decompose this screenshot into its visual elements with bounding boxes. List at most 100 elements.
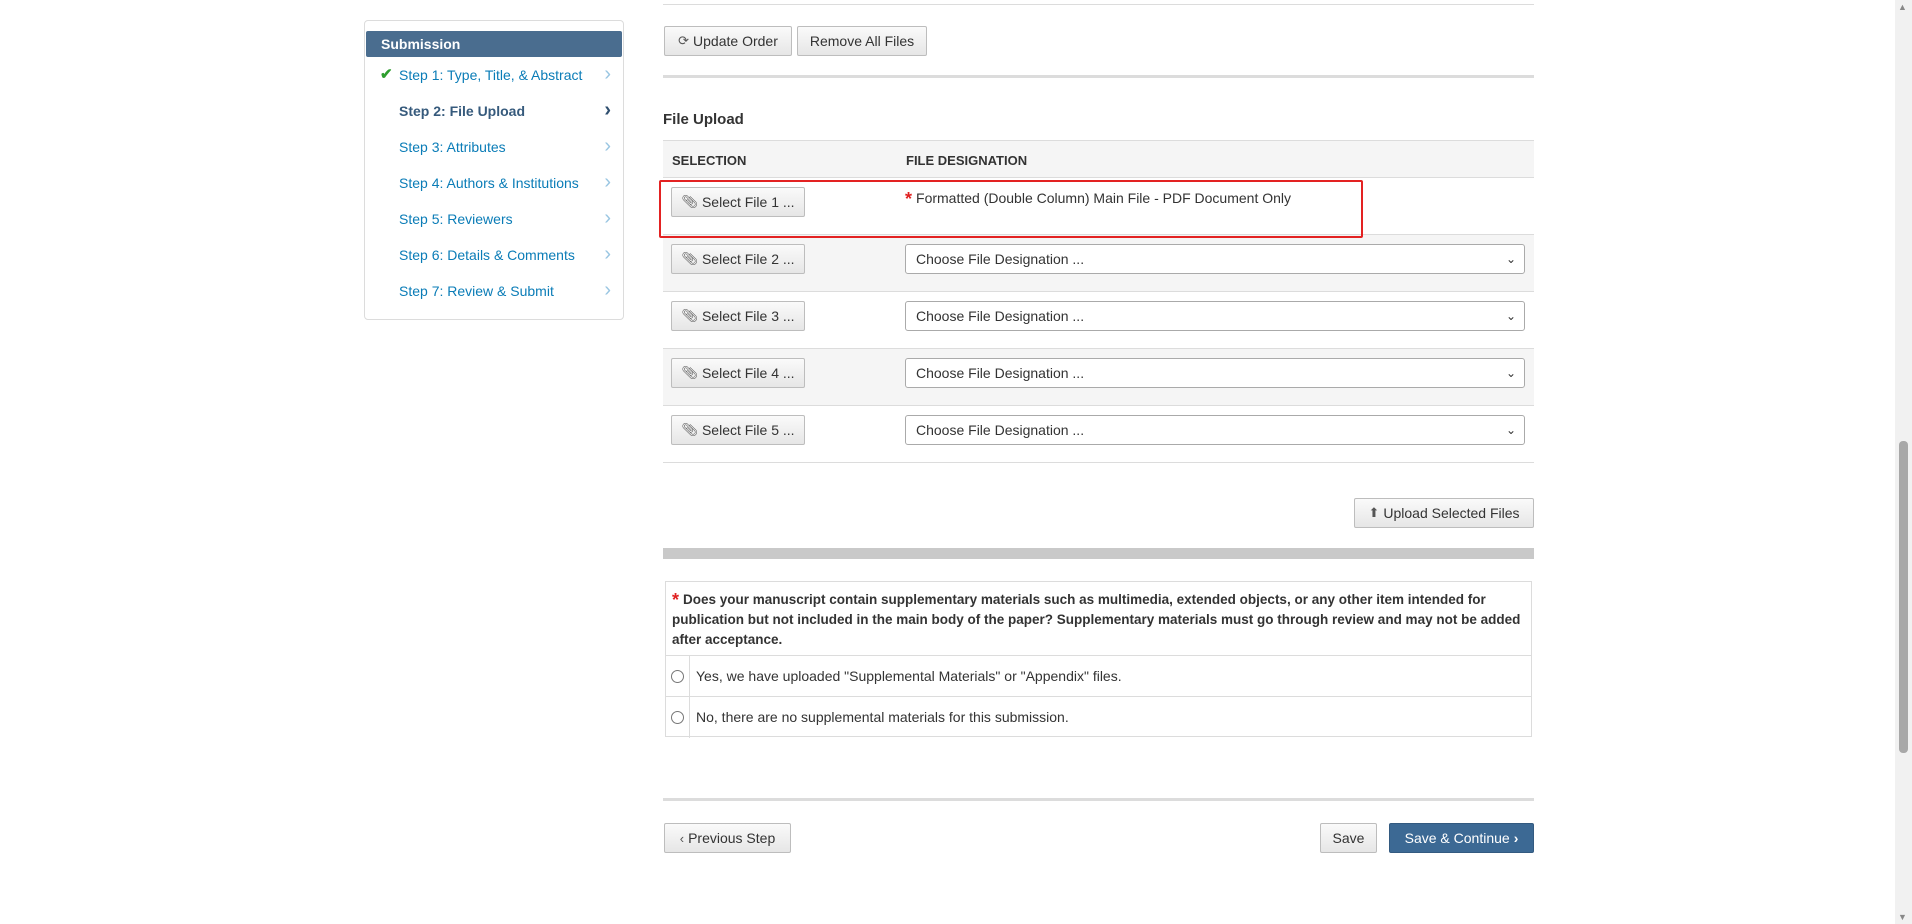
update-order-button[interactable]: ⟳ Update Order (664, 26, 792, 56)
sidebar-item-step-3[interactable]: Step 3: Attributes › (365, 129, 623, 165)
check-icon: ✔ (380, 66, 393, 83)
upload-selected-files-button[interactable]: ⬆ Upload Selected Files (1354, 498, 1534, 528)
sidebar-steps: ✔ Step 1: Type, Title, & Abstract › Step… (365, 57, 623, 309)
file-designation-text: * Formatted (Double Column) Main File - P… (905, 187, 1292, 209)
file-upload-table: SELECTION FILE DESIGNATION 📎︎ Select Fil… (663, 140, 1534, 463)
supplemental-question-text: * Does your manuscript contain supplement… (666, 582, 1531, 656)
chevron-right-icon: › (604, 171, 611, 193)
scrollbar-thumb[interactable] (1899, 441, 1908, 753)
select-file-label: Select File 1 ... (701, 194, 795, 210)
divider (663, 798, 1534, 801)
save-and-continue-button[interactable]: Save & Continue › (1389, 823, 1534, 853)
radio-cell (666, 656, 690, 696)
previous-step-label: Previous Step (688, 830, 776, 846)
select-file-1-button[interactable]: 📎︎ Select File 1 ... (671, 187, 805, 217)
sidebar-item-step-1[interactable]: ✔ Step 1: Type, Title, & Abstract › (365, 57, 623, 93)
refresh-icon: ⟳ (678, 33, 690, 48)
file-designation-select[interactable]: Choose File Designation ... ⌄ (905, 301, 1525, 331)
radio-cell (666, 697, 690, 738)
chevron-right-icon: › (604, 135, 611, 157)
sidebar-item-label: Step 5: Reviewers (399, 211, 513, 227)
chevron-right-icon: › (604, 279, 611, 301)
file-designation-select[interactable]: Choose File Designation ... ⌄ (905, 244, 1525, 274)
radio-option-yes[interactable]: Yes, we have uploaded "Supplemental Mate… (666, 656, 1531, 697)
paperclip-icon: 📎︎ (681, 422, 698, 437)
file-designation-select[interactable]: Choose File Designation ... ⌄ (905, 358, 1525, 388)
chevron-down-icon: ⌄ (1505, 366, 1516, 380)
select-value: Choose File Designation ... (916, 251, 1085, 267)
select-file-label: Select File 4 ... (701, 365, 795, 381)
table-row: 📎︎ Select File 1 ... * Formatted (Double … (663, 178, 1534, 235)
chevron-left-icon: ‹ (679, 830, 685, 846)
paperclip-icon: 📎︎ (681, 251, 698, 266)
chevron-down-icon: ⌄ (1505, 252, 1516, 266)
select-value: Choose File Designation ... (916, 422, 1085, 438)
paperclip-icon: 📎︎ (681, 365, 698, 380)
select-file-label: Select File 5 ... (701, 422, 795, 438)
sidebar-item-step-4[interactable]: Step 4: Authors & Institutions › (365, 165, 623, 201)
sidebar-item-step-2[interactable]: Step 2: File Upload › (365, 93, 623, 129)
table-row: 📎︎ Select File 2 ... Choose File Designa… (663, 235, 1534, 292)
scrollbar[interactable]: ▲ ▼ (1895, 0, 1912, 924)
table-row: 📎︎ Select File 4 ... Choose File Designa… (663, 349, 1534, 406)
sidebar-item-step-6[interactable]: Step 6: Details & Comments › (365, 237, 623, 273)
column-header-selection: SELECTION (672, 153, 747, 168)
chevron-down-icon: ⌄ (1505, 423, 1516, 437)
main-content: ⟳ Update Order Remove All Files File Upl… (663, 0, 1534, 924)
save-button[interactable]: Save (1320, 823, 1377, 853)
divider (663, 75, 1534, 78)
file-designation-select[interactable]: Choose File Designation ... ⌄ (905, 415, 1525, 445)
required-marker: * (905, 189, 913, 209)
table-row: 📎︎ Select File 5 ... Choose File Designa… (663, 406, 1534, 463)
select-value: Choose File Designation ... (916, 365, 1085, 381)
select-value: Choose File Designation ... (916, 308, 1085, 324)
select-file-label: Select File 3 ... (701, 308, 795, 324)
question-label: Does your manuscript contain supplementa… (672, 592, 1521, 647)
supplemental-question: * Does your manuscript contain supplement… (665, 581, 1532, 738)
sidebar-item-step-5[interactable]: Step 5: Reviewers › (365, 201, 623, 237)
radio-option-no[interactable]: No, there are no supplemental materials … (666, 697, 1531, 738)
chevron-right-icon: › (604, 243, 611, 265)
sidebar-header: Submission (366, 31, 622, 57)
save-label: Save (1332, 830, 1365, 846)
scroll-down-icon[interactable]: ▼ (1898, 912, 1907, 922)
supplemental-yes-radio[interactable] (671, 670, 684, 683)
upload-progress-bar (663, 548, 1534, 559)
sidebar-item-label: Step 3: Attributes (399, 139, 506, 155)
sidebar-item-label: Step 2: File Upload (399, 103, 526, 119)
sidebar-item-label: Step 1: Type, Title, & Abstract (399, 67, 583, 83)
chevron-down-icon: ⌄ (1505, 309, 1516, 323)
remove-all-files-button[interactable]: Remove All Files (797, 26, 927, 56)
select-file-4-button[interactable]: 📎︎ Select File 4 ... (671, 358, 805, 388)
chevron-right-icon: › (604, 63, 611, 85)
radio-label-no: No, there are no supplemental materials … (696, 709, 1069, 725)
scroll-up-icon[interactable]: ▲ (1898, 2, 1907, 12)
remove-all-files-label: Remove All Files (809, 33, 915, 49)
submission-sidebar: Submission ✔ Step 1: Type, Title, & Abst… (364, 20, 624, 320)
chevron-right-icon: › (604, 207, 611, 229)
chevron-right-icon: › (604, 99, 611, 121)
upload-selected-files-label: Upload Selected Files (1383, 505, 1520, 521)
table-row: 📎︎ Select File 3 ... Choose File Designa… (663, 292, 1534, 349)
chevron-right-icon: › (1513, 830, 1519, 846)
sidebar-item-step-7[interactable]: Step 7: Review & Submit › (365, 273, 623, 309)
supplemental-no-radio[interactable] (671, 711, 684, 724)
sidebar-item-label: Step 7: Review & Submit (399, 283, 554, 299)
select-file-5-button[interactable]: 📎︎ Select File 5 ... (671, 415, 805, 445)
table-header: SELECTION FILE DESIGNATION (663, 140, 1534, 178)
sidebar-item-label: Step 4: Authors & Institutions (399, 175, 579, 191)
file-designation-label: Formatted (Double Column) Main File - PD… (916, 190, 1292, 206)
paperclip-icon: 📎︎ (681, 308, 698, 323)
select-file-2-button[interactable]: 📎︎ Select File 2 ... (671, 244, 805, 274)
upload-icon: ⬆ (1368, 505, 1380, 520)
column-header-designation: FILE DESIGNATION (906, 153, 1028, 168)
select-file-label: Select File 2 ... (701, 251, 795, 267)
paperclip-icon: 📎︎ (681, 194, 698, 209)
select-file-3-button[interactable]: 📎︎ Select File 3 ... (671, 301, 805, 331)
divider (663, 4, 1534, 5)
update-order-label: Update Order (693, 33, 778, 49)
file-upload-title: File Upload (663, 111, 744, 128)
radio-label-yes: Yes, we have uploaded "Supplemental Mate… (696, 668, 1122, 684)
required-marker: * (672, 590, 680, 610)
previous-step-button[interactable]: ‹ Previous Step (664, 823, 791, 853)
